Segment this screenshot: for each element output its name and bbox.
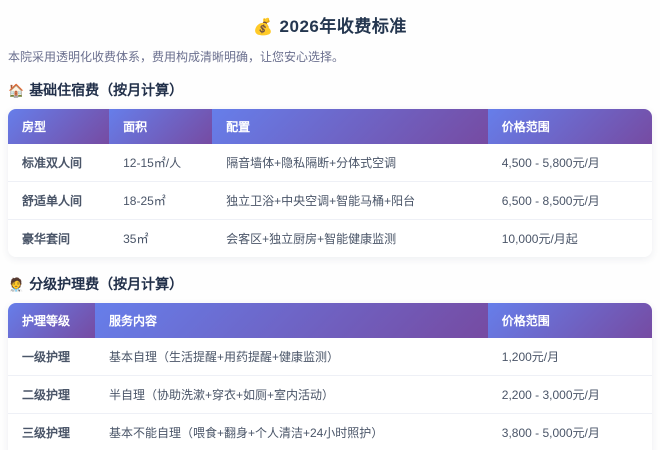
service-cell: 基本自理（生活提醒+用药提醒+健康监测） <box>94 338 488 376</box>
table-row: 标准双人间 12-15㎡/人 隔音墙体+隐私隔断+分体式空调 4,500 - 5… <box>8 144 652 182</box>
house-icon: 🏠 <box>8 82 25 98</box>
price-cell: 10,000元/月起 <box>501 231 578 246</box>
header-cell-room-type: 房型 <box>8 108 110 144</box>
health-worker-icon: 🧑‍⚕️ <box>8 276 25 292</box>
table-row: 一级护理 基本自理（生活提醒+用药提醒+健康监测） 1,200元/月 <box>8 338 652 376</box>
header-cell-price-range: 价格范围 <box>487 108 652 144</box>
accommodation-table: 房型 面积 配置 价格范围 标准双人间 12-15㎡/人 隔音墙体+隐私隔断+分… <box>8 108 652 257</box>
price-cell: 3,800 - 5,000元/月 <box>488 414 652 450</box>
page-title-text: 2026年收费标准 <box>279 17 407 36</box>
table-row: 二级护理 半自理（协助洗漱+穿衣+如厕+室内活动） 2,200 - 3,000元… <box>8 376 652 414</box>
fee-standards-page: 💰 2026年收费标准 本院采用透明化收费体系，费用构成清晰明确，让您安心选择。 … <box>0 0 660 450</box>
service-cell: 基本不能自理（喂食+翻身+个人清洁+24小时照护） <box>95 414 488 450</box>
nursing-header-row: 护理等级 服务内容 价格范围 <box>8 302 652 338</box>
header-cell-area: 面积 <box>109 108 213 144</box>
accommodation-heading-text: 基础住宿费（按月计算） <box>29 81 184 98</box>
care-level-cell: 一级护理 <box>8 338 95 376</box>
table-row: 豪华套间 35㎡ 会客区+独立厨房+智能健康监测 10,000元/月起 <box>8 220 652 257</box>
price-cell: 1,200元/月 <box>487 338 652 376</box>
table-row: 舒适单人间 18-25㎡ 独立卫浴+中央空调+智能马桶+阳台 6,500 - 8… <box>8 182 652 220</box>
area-cell: 35㎡ <box>123 231 149 246</box>
room-type-cell: 舒适单人间 <box>8 182 110 220</box>
header-cell-price-range: 价格范围 <box>487 302 652 338</box>
price-cell: 6,500 - 8,500元/月 <box>487 182 652 220</box>
accommodation-section: 🏠 基础住宿费（按月计算） 房型 面积 配置 价格范围 标准双人间 12-15㎡/… <box>8 80 652 257</box>
price-cell: 4,500 - 5,800元/月 <box>487 144 652 182</box>
header-cell-care-level: 护理等级 <box>8 302 95 338</box>
nursing-heading-text: 分级护理费（按月计算） <box>29 275 184 292</box>
config-cell: 独立卫浴+中央空调+智能马桶+阳台 <box>212 182 488 220</box>
page-title: 💰 2026年收费标准 <box>8 8 652 47</box>
accommodation-section-heading: 🏠 基础住宿费（按月计算） <box>8 80 652 100</box>
accommodation-header-row: 房型 面积 配置 价格范围 <box>8 108 652 144</box>
header-cell-service: 服务内容 <box>94 302 488 338</box>
header-cell-config: 配置 <box>212 108 488 144</box>
care-level-cell: 二级护理 <box>8 376 95 414</box>
service-cell: 半自理（协助洗漱+穿衣+如厕+室内活动） <box>94 376 488 414</box>
room-type-cell: 豪华套间 <box>22 231 71 246</box>
area-cell: 18-25㎡ <box>109 182 213 220</box>
config-cell: 会客区+独立厨房+智能健康监测 <box>226 231 397 246</box>
nursing-section: 🧑‍⚕️ 分级护理费（按月计算） 护理等级 服务内容 价格范围 一级护理 基本自理… <box>8 274 652 450</box>
nursing-section-heading: 🧑‍⚕️ 分级护理费（按月计算） <box>8 274 652 294</box>
area-cell: 12-15㎡/人 <box>109 144 213 182</box>
config-cell: 隔音墙体+隐私隔断+分体式空调 <box>212 144 488 182</box>
money-bag-icon: 💰 <box>253 19 274 36</box>
page-subtitle: 本院采用透明化收费体系，费用构成清晰明确，让您安心选择。 <box>8 50 345 64</box>
care-level-cell: 三级护理 <box>8 414 95 450</box>
nursing-table: 护理等级 服务内容 价格范围 一级护理 基本自理（生活提醒+用药提醒+健康监测）… <box>8 302 652 450</box>
room-type-cell: 标准双人间 <box>8 144 110 182</box>
table-row: 三级护理 基本不能自理（喂食+翻身+个人清洁+24小时照护） 3,800 - 5… <box>8 414 652 450</box>
price-cell: 2,200 - 3,000元/月 <box>487 376 652 414</box>
